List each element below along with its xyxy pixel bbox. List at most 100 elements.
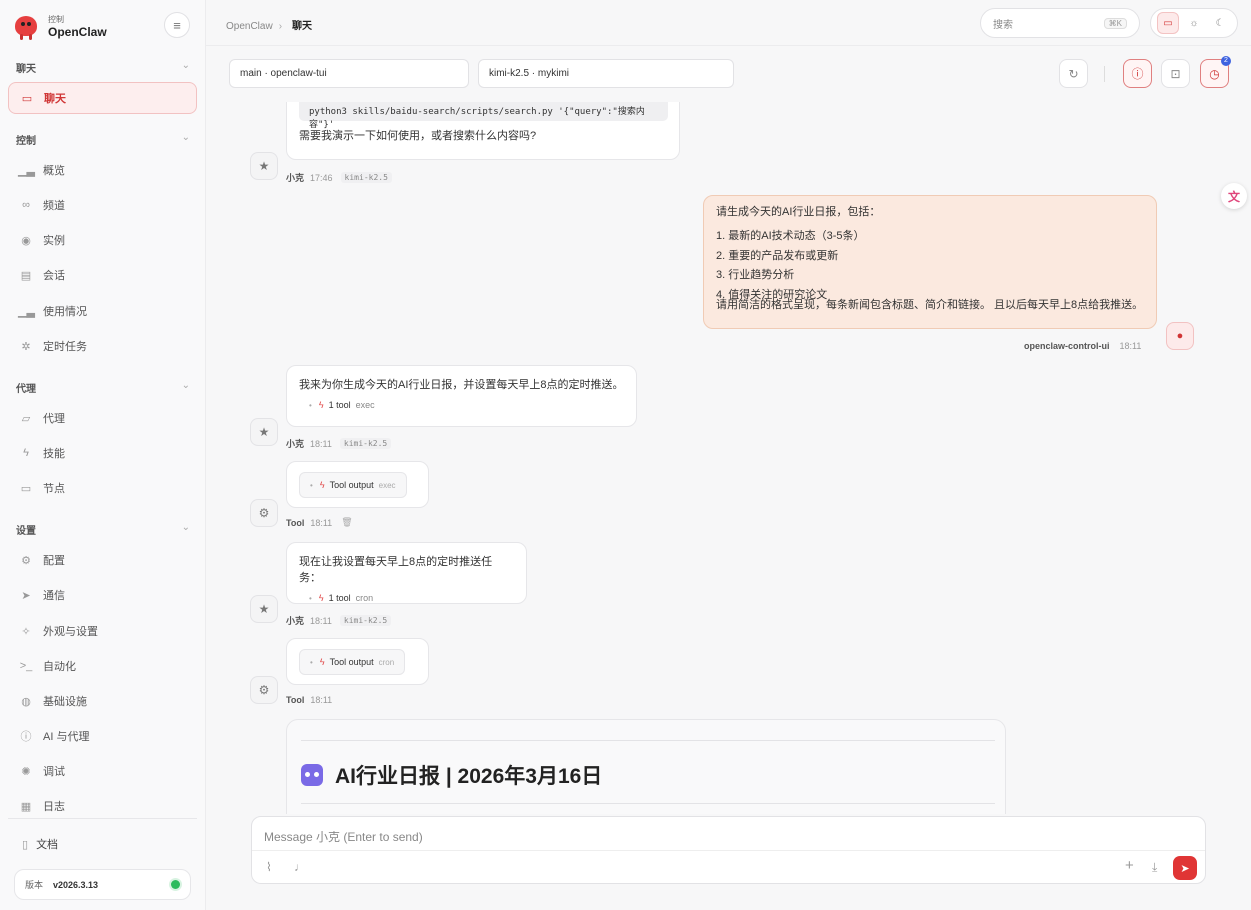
chevron-down-icon: ⌄ [181,132,190,143]
microphone-icon[interactable]: ♩ [294,860,306,874]
folder-icon: ▱ [21,412,31,425]
list-item: 3. 行业趋势分析 [716,269,795,281]
search-input[interactable]: 搜索 ⌘K [980,8,1140,38]
section-label: 控制 [16,136,36,147]
docs-link[interactable]: ▯ 文档 [22,836,58,852]
version-value: v2026.3.13 [53,879,99,890]
sidebar-item-sessions[interactable]: ▤ 会话 [8,259,197,291]
send-button[interactable]: ➤ [1173,856,1197,880]
sidebar-item-label: 使用情况 [43,306,87,318]
moon-icon[interactable]: ☾ [1209,12,1231,34]
sidebar-item-ai-agents[interactable]: ⓘ AI 与代理 [8,720,197,752]
refresh-button[interactable]: ↻ [1059,59,1088,88]
timestamp: 18:11 [310,695,333,705]
message-meta: 小克 18:11 kimi-k2.5 [286,437,392,450]
message-icon: ▭ [21,92,33,105]
sun-icon[interactable]: ☼ [1183,12,1205,34]
assistant-avatar: ★ [250,595,278,623]
tool-output-label: Tool output [329,657,374,667]
tool-output-label: Tool output [329,480,374,490]
sidebar-item-infrastructure[interactable]: ◍ 基础设施 [8,685,197,717]
translate-icon[interactable]: 文 [1221,183,1247,209]
breadcrumb-root[interactable]: OpenClaw [226,21,273,32]
sidebar-item-comms[interactable]: ➤ 通信 [8,579,197,611]
tool-call-summary[interactable]: • ϟ 1 tool exec [299,400,624,410]
section-control[interactable]: 控制 ⌄ [16,132,190,147]
message-text: 我来为你生成今天的AI行业日报，并设置每天早上8点的定时推送。 [299,379,624,391]
breadcrumb-current: 聊天 [292,21,313,32]
cron-jobs-button[interactable]: ◷ 2 [1200,56,1231,88]
focus-mode-button[interactable]: ⊡ [1161,59,1190,88]
sidebar-item-label: 会话 [43,270,65,282]
tool-call-summary[interactable]: • ϟ 1 tool cron [299,593,514,603]
section-chat[interactable]: 聊天 ⌄ [16,60,190,75]
trash-icon[interactable]: 🗑 [341,517,352,528]
sidebar-item-agents[interactable]: ▱ 代理 [8,402,197,434]
tool-message: • ϟ Tool output exec [286,461,429,508]
tool-name: exec [378,480,396,490]
request-list: 1. 最新的AI技术动态（3-5条） 2. 重要的产品发布或更新 3. 行业趋势… [716,227,1144,305]
sidebar-item-chat[interactable]: ▭ 聊天 [8,82,197,114]
sidebar-item-appearance[interactable]: ✧ 外观与设置 [8,615,197,647]
sidebar-item-label: 概览 [43,165,65,177]
chat-thread[interactable]: python3 skills/baidu-search/scripts/sear… [206,102,1251,814]
sidebar-item-label: 聊天 [44,93,66,105]
plus-icon[interactable]: + [1125,857,1134,874]
thinking-toggle-button[interactable]: ⓘ [1123,59,1152,88]
chevron-down-icon: ⌄ [181,60,190,71]
loader-icon: ✲ [21,340,31,353]
divider [301,740,995,741]
sidebar-item-channels[interactable]: ∞ 频道 [8,189,197,221]
bug-icon: ✺ [21,765,31,778]
timestamp: 18:11 [310,517,333,528]
model-select[interactable]: kimi-k2.5 · mykimi [478,59,734,88]
chevron-down-icon: ⌄ [181,522,190,533]
star-icon: ★ [258,159,270,173]
brain-icon: ⓘ [20,731,32,743]
timestamp: 18:11 [310,438,332,449]
sender-name: 小克 [286,173,305,183]
status-dot [171,880,180,889]
sidebar-item-label: 技能 [43,448,65,460]
download-icon[interactable]: ⤓ [1152,860,1157,875]
sidebar-item-overview[interactable]: ▁▃ 概览 [8,154,197,186]
monitor-icon[interactable]: ▭ [1157,12,1179,34]
sidebar-item-config[interactable]: ⚙ 配置 [8,544,197,576]
message-input[interactable]: Message 小克 (Enter to send) [264,828,423,845]
section-agents[interactable]: 代理 ⌄ [16,380,190,395]
sidebar-item-usage[interactable]: ▁▃ 使用情况 [8,295,197,327]
topbar: OpenClaw › 聊天 搜索 ⌘K ▭ ☼ ☾ [206,0,1251,46]
search-placeholder: 搜索 [993,19,1013,31]
sidebar-item-label: 日志 [43,801,65,813]
tool-message: • ϟ Tool output cron [286,638,429,685]
divider [252,850,1205,851]
chart-icon: ▁▃ [18,164,35,177]
sidebar-item-nodes[interactable]: ▭ 节点 [8,472,197,504]
collapse-sidebar-button[interactable]: ≡ [164,12,190,38]
sidebar-item-label: 通信 [43,590,65,602]
sidebar-item-automation[interactable]: >_ 自动化 [8,650,197,682]
sidebar-item-skills[interactable]: ϟ 技能 [8,437,197,469]
sparkle-icon: ✧ [21,625,31,638]
tool-output-toggle[interactable]: • ϟ Tool output cron [299,649,406,675]
paperclip-icon[interactable]: ⌇ [266,860,272,874]
refresh-icon: ↻ [1068,66,1079,81]
bolt-icon: ϟ [319,657,325,667]
tool-count: 1 tool [328,400,351,410]
sidebar-item-label: 频道 [43,200,65,212]
brand-name: OpenClaw [48,25,107,39]
assistant-avatar: ★ [250,418,278,446]
sidebar-item-cron[interactable]: ✲ 定时任务 [8,330,197,362]
tool-output-toggle[interactable]: • ϟ Tool output exec [299,472,407,498]
sidebar-item-debug[interactable]: ✺ 调试 [8,755,197,787]
bolt-icon: ϟ [319,480,325,490]
breadcrumb: OpenClaw › 聊天 [226,21,313,32]
brand[interactable]: 控制 OpenClaw [12,10,107,42]
sidebar-item-instances[interactable]: ◉ 实例 [8,224,197,256]
star-icon: ★ [258,425,270,439]
timestamp: 18:11 [1119,341,1142,351]
user-avatar: ● [1166,322,1194,350]
session-select[interactable]: main · openclaw-tui [229,59,469,88]
section-settings[interactable]: 设置 ⌄ [16,522,190,537]
composer[interactable]: Message 小克 (Enter to send) ⌇ ♩ + ⤓ ➤ [251,816,1206,884]
